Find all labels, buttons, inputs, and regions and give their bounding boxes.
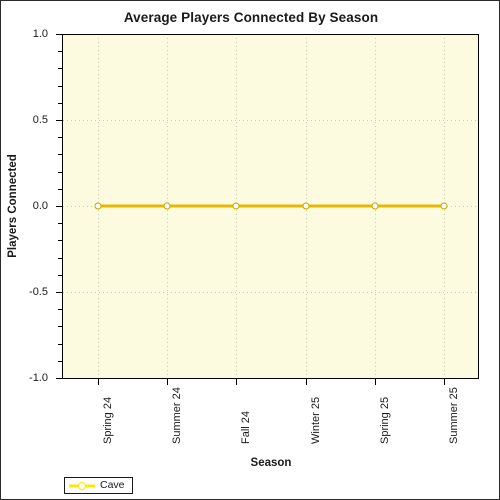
gridline-horizontal (63, 120, 479, 121)
x-axis-line (62, 378, 479, 379)
y-axis-minor-tick (58, 223, 63, 224)
gridline-vertical (98, 34, 99, 378)
y-axis-tick (56, 34, 63, 35)
y-axis-minor-tick (58, 154, 63, 155)
x-axis-tick (98, 379, 99, 385)
y-axis-tick-label: 1.0 (32, 28, 48, 40)
gridline-vertical (167, 34, 168, 378)
gridline-vertical (375, 34, 376, 378)
x-axis-tick (444, 379, 445, 385)
y-axis-tick-label: 0.5 (32, 114, 48, 126)
x-axis-tick-label: Summer 25 (448, 387, 460, 444)
y-axis-tick-label: -1.0 (29, 372, 48, 384)
legend-label-cave: Cave (100, 479, 125, 492)
legend-swatch-cave (69, 481, 95, 490)
plot-border-right (478, 34, 479, 378)
y-axis-tick-label: -0.5 (29, 286, 48, 298)
y-axis-minor-tick (58, 240, 63, 241)
y-axis-minor-tick (58, 326, 63, 327)
y-axis-minor-tick (58, 189, 63, 190)
y-axis-minor-tick (58, 86, 63, 87)
y-axis-minor-tick (58, 51, 63, 52)
x-axis-tick-label: Summer 24 (171, 387, 183, 444)
x-axis-tick-label: Winter 25 (310, 396, 322, 444)
x-axis-tick (306, 379, 307, 385)
plot-border-top (63, 34, 479, 35)
y-axis-minor-tick (58, 258, 63, 259)
gridline-vertical (236, 34, 237, 378)
y-axis-minor-tick (58, 68, 63, 69)
x-axis-tick-label: Fall 24 (240, 410, 252, 444)
x-axis-tick (375, 379, 376, 385)
y-axis-tick-label: 0.0 (32, 200, 48, 212)
y-axis-minor-tick (58, 309, 63, 310)
legend-marker-icon (78, 481, 86, 490)
gridline-vertical (444, 34, 445, 378)
x-axis-tick-label: Spring 25 (379, 396, 391, 444)
y-axis-minor-tick (58, 103, 63, 104)
gridline-vertical (306, 34, 307, 378)
y-axis-minor-tick (58, 172, 63, 173)
gridline-horizontal (63, 206, 479, 207)
y-axis-title: Players Connected (7, 154, 19, 258)
chart-title: Average Players Connected By Season (123, 10, 379, 25)
y-axis-minor-tick (58, 137, 63, 138)
y-axis-tick (56, 292, 63, 293)
x-axis-title: Season (250, 457, 292, 469)
chart-legend: Cave (64, 477, 133, 494)
y-axis-tick (56, 120, 63, 121)
y-axis-minor-tick (58, 275, 63, 276)
y-axis-minor-tick (58, 361, 63, 362)
chart-container: Average Players Connected By Season 1.0 0… (0, 0, 500, 500)
plot-area (63, 34, 479, 379)
y-axis-minor-tick (58, 344, 63, 345)
x-axis-tick-label: Spring 24 (102, 396, 114, 444)
x-axis-tick (167, 379, 168, 385)
gridline-horizontal (63, 292, 479, 293)
y-axis-tick (56, 206, 63, 207)
y-axis-tick (56, 378, 63, 379)
x-axis-tick (236, 379, 237, 385)
